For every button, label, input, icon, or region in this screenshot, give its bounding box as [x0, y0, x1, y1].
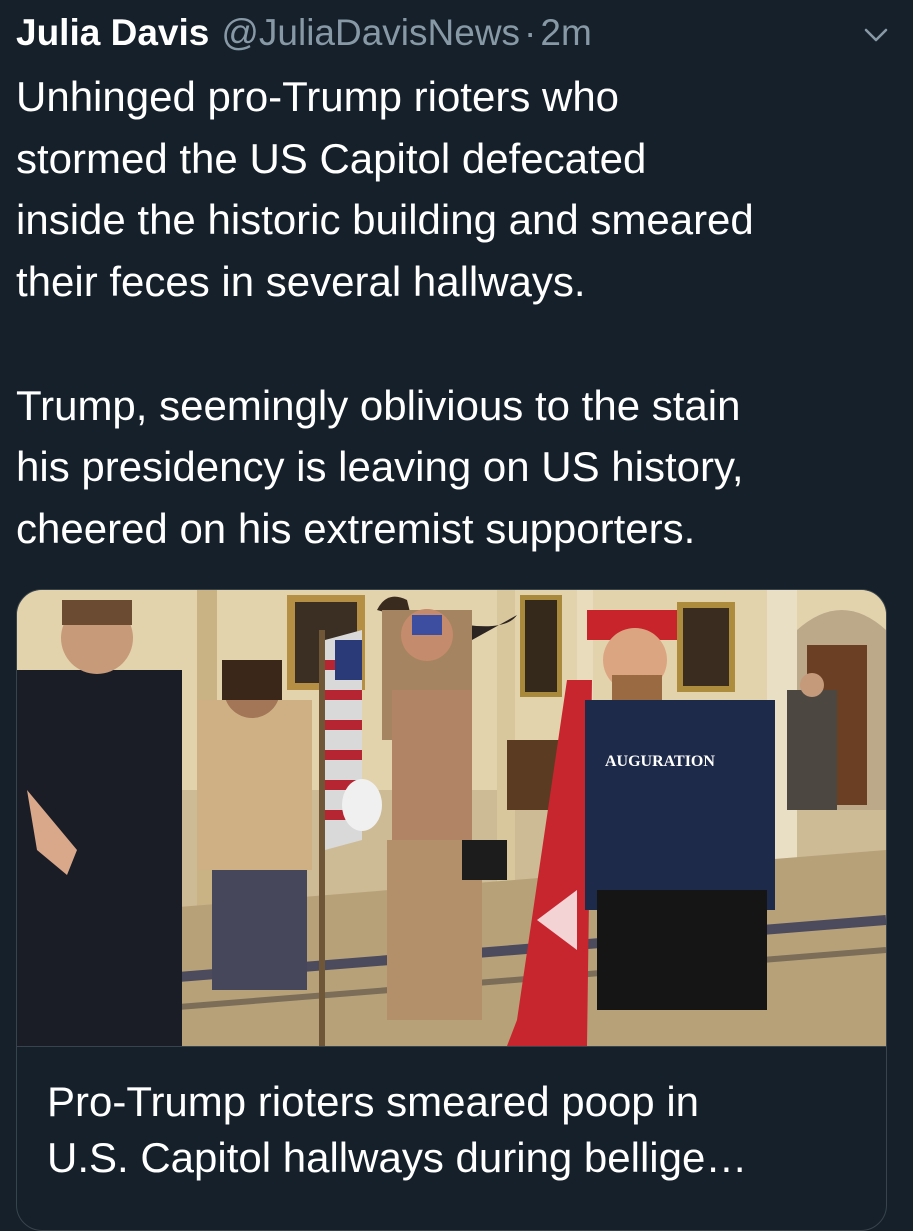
separator-dot: ·: [524, 12, 537, 53]
author-handle[interactable]: @JuliaDavisNews: [221, 12, 520, 53]
card-title[interactable]: Pro-Trump rioters smeared poop in U.S. C…: [47, 1074, 867, 1186]
card-divider: [17, 1046, 886, 1047]
author-name[interactable]: Julia Davis: [16, 12, 209, 53]
link-card[interactable]: AUGURATION Pro-Trump rioters smeared poo…: [16, 589, 887, 1231]
tweet-header: Julia Davis @JuliaDavisNews · 2m: [16, 8, 846, 58]
tweet[interactable]: Julia Davis @JuliaDavisNews · 2m Unhinged p…: [0, 0, 913, 1231]
card-image-sign-text: AUGURATION: [605, 753, 715, 770]
tweet-text: Unhinged pro-Trump rioters who stormed t…: [16, 73, 754, 552]
card-image[interactable]: AUGURATION: [17, 590, 886, 1046]
chevron-down-icon[interactable]: [861, 20, 891, 50]
timestamp[interactable]: 2m: [540, 12, 591, 53]
